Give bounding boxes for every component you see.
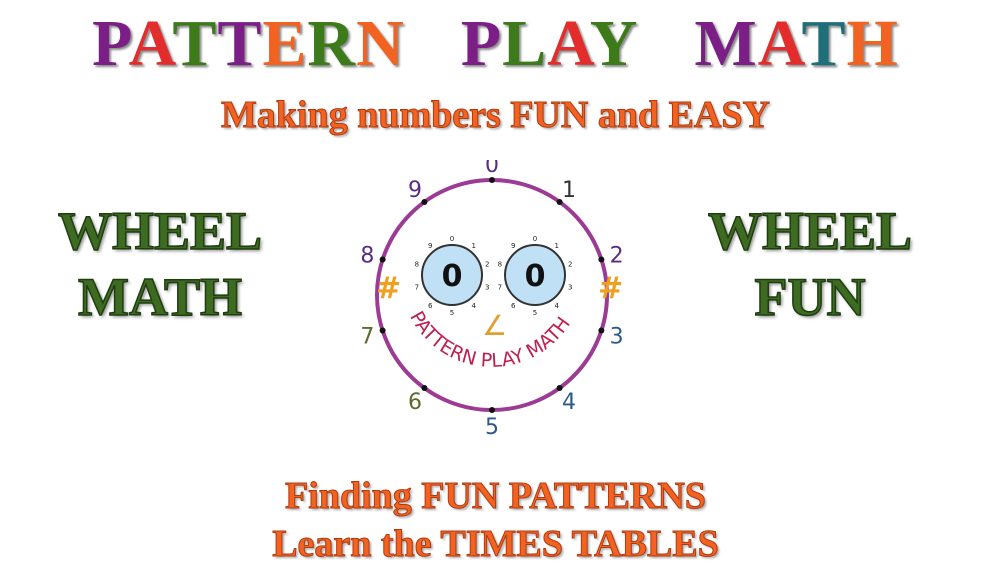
bottom-line1: Finding FUN PATTERNS (285, 475, 707, 518)
left-eye: 0 (421, 244, 483, 306)
dial-dot (598, 327, 605, 334)
eye-tick-digit: 2 (485, 261, 489, 269)
eye-tick-digit: 1 (472, 242, 476, 250)
dial-digit: 0 (485, 160, 499, 178)
eye-tick-digit: 3 (568, 283, 572, 291)
eye-tick-digit: 5 (533, 309, 537, 317)
wheel-face-logo: 0123456789 0 0 01234567890123456789 # # … (360, 160, 624, 440)
eye-tick-digit: 4 (472, 302, 477, 310)
right-eye: 0 (504, 244, 566, 306)
eye-tick-digit: 4 (555, 302, 560, 310)
dial-dot (421, 198, 428, 205)
dial-digit: 2 (610, 244, 624, 269)
eye-tick-digit: 8 (498, 261, 502, 269)
dial-digit: 8 (360, 244, 374, 269)
eye-tick-digit: 6 (511, 302, 516, 310)
wheel-math-line1: WHEEL (57, 200, 263, 262)
eye-tick-digit: 9 (511, 242, 515, 250)
nose-icon: ∠ (482, 309, 507, 342)
wheel-fun-line2: FUN (754, 266, 866, 328)
dial-digit: 7 (360, 324, 374, 349)
eye-tick-digit: 9 (428, 242, 432, 250)
wheel-circle (375, 178, 609, 412)
title-letter: L (502, 7, 548, 80)
dial-dot (421, 385, 428, 392)
title-letter: N (356, 7, 405, 80)
title-letter: Y (589, 7, 639, 80)
title-letter: R (307, 7, 357, 80)
eye-tick-digit: 7 (498, 283, 502, 291)
eye-tick-digit: 2 (568, 261, 572, 269)
wheel-fun-text: WHEEL FUN (690, 198, 930, 330)
dial-digit: 1 (562, 178, 576, 203)
title-letter: P (92, 7, 129, 80)
hash-right: # (598, 271, 623, 306)
eye-tick-digit: 6 (428, 302, 433, 310)
dial-digit: 9 (408, 178, 422, 203)
dial-dot (489, 407, 495, 413)
dial-dot (379, 327, 386, 334)
dial-digit: 4 (562, 390, 576, 415)
hash-left: # (376, 271, 401, 306)
title-letter: T (217, 7, 263, 80)
dial-dot (379, 256, 386, 263)
title-word: PATTERN (92, 7, 405, 80)
eye-tick-digit: 5 (450, 309, 454, 317)
dial-digit: 6 (408, 390, 422, 415)
title-letter: T (801, 7, 847, 80)
dial-digit: 5 (485, 415, 499, 440)
wheel-math-text: WHEEL MATH (40, 198, 280, 330)
title-letter: A (757, 7, 802, 80)
subtitle: Making numbers FUN and EASY (221, 94, 771, 137)
eye-tick-digit: 0 (450, 235, 454, 243)
title-letter: M (694, 7, 758, 80)
title-letter: A (128, 7, 173, 80)
title-letter: E (262, 7, 308, 80)
title-word: MATH (694, 7, 898, 80)
dial-dot (598, 256, 605, 263)
main-title: PATTERN PLAY MATH (0, 6, 991, 82)
left-eye-digit: 0 (442, 259, 463, 294)
title-letter: P (460, 7, 503, 80)
title-letter: H (846, 7, 899, 80)
wheel-math-line2: MATH (77, 266, 242, 328)
eye-tick-digit: 0 (533, 235, 537, 243)
bottom-line2: Learn the TIMES TABLES (272, 523, 720, 566)
title-word: PLAY (461, 7, 639, 80)
wheel-fun-line1: WHEEL (707, 200, 913, 262)
title-letter: A (547, 7, 590, 80)
dial-digit: 3 (610, 324, 624, 349)
title-letter: T (172, 7, 218, 80)
eye-tick-digit: 7 (415, 283, 419, 291)
eye-tick-digit: 3 (485, 283, 489, 291)
eye-tick-digit: 1 (555, 242, 559, 250)
eye-tick-digit: 8 (415, 261, 419, 269)
right-eye-digit: 0 (525, 259, 546, 294)
